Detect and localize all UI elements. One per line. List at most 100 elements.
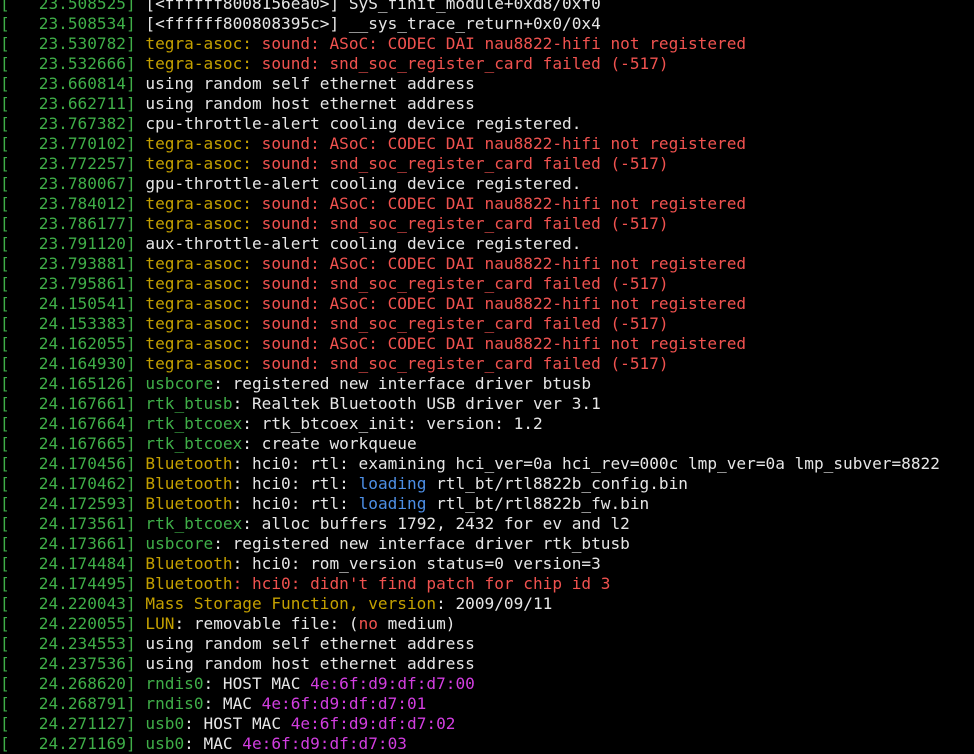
timestamp-bracket-close: ] bbox=[125, 374, 146, 393]
timestamp-bracket-open: [ bbox=[0, 194, 10, 213]
log-line: [ 24.173561] rtk_btcoex: alloc buffers 1… bbox=[0, 514, 974, 534]
timestamp-bracket-close: ] bbox=[125, 434, 146, 453]
timestamp-bracket-close: ] bbox=[125, 414, 146, 433]
log-line: [ 24.268620] rndis0: HOST MAC 4e:6f:d9:d… bbox=[0, 674, 974, 694]
log-message-segment: Bluetooth bbox=[145, 474, 233, 493]
timestamp-bracket-open: [ bbox=[0, 294, 10, 313]
timestamp-bracket-close: ] bbox=[125, 34, 146, 53]
log-message-segment: usb0 bbox=[145, 734, 185, 753]
log-message-segment: sound: snd_soc_register_card failed (-51… bbox=[261, 354, 669, 373]
terminal-output[interactable]: [ 23.508525] [<ffffff8008156ea0>] SyS_fi… bbox=[0, 0, 974, 754]
timestamp-bracket-close: ] bbox=[125, 534, 146, 553]
log-message-segment: tegra-asoc: bbox=[145, 54, 262, 73]
timestamp-bracket-close: ] bbox=[125, 314, 146, 333]
log-message-segment: tegra-asoc: bbox=[145, 274, 262, 293]
log-message-segment: usb0 bbox=[145, 714, 185, 733]
log-line: [ 23.791120] aux-throttle-alert cooling … bbox=[0, 234, 974, 254]
log-line: [ 23.786177] tegra-asoc: sound: snd_soc_… bbox=[0, 214, 974, 234]
timestamp-bracket-open: [ bbox=[0, 214, 10, 233]
log-message-segment: : hci0: rtl: bbox=[232, 474, 359, 493]
log-message-segment: using random host ethernet address bbox=[145, 94, 475, 113]
log-timestamp: 24.170462 bbox=[9, 474, 126, 493]
log-message-segment: rtl_bt/rtl8822b_fw.bin bbox=[426, 494, 650, 513]
log-message-segment: usbcore bbox=[145, 534, 214, 553]
timestamp-bracket-close: ] bbox=[125, 694, 146, 713]
timestamp-bracket-close: ] bbox=[125, 54, 146, 73]
log-message-segment: : Realtek Bluetooth USB driver ver 3.1 bbox=[232, 394, 601, 413]
timestamp-bracket-close: ] bbox=[125, 474, 146, 493]
log-line: [ 24.167665] rtk_btcoex: create workqueu… bbox=[0, 434, 974, 454]
log-timestamp: 23.780067 bbox=[9, 174, 126, 193]
timestamp-bracket-open: [ bbox=[0, 634, 10, 653]
log-timestamp: 23.532666 bbox=[9, 54, 126, 73]
timestamp-bracket-close: ] bbox=[125, 654, 146, 673]
timestamp-bracket-open: [ bbox=[0, 0, 10, 13]
log-timestamp: 23.784012 bbox=[9, 194, 126, 213]
log-message-segment: sound: snd_soc_register_card failed (-51… bbox=[261, 54, 669, 73]
log-timestamp: 24.174484 bbox=[9, 554, 126, 573]
timestamp-bracket-open: [ bbox=[0, 274, 10, 293]
timestamp-bracket-open: [ bbox=[0, 74, 10, 93]
log-timestamp: 24.234553 bbox=[9, 634, 126, 653]
log-message-segment: tegra-asoc: bbox=[145, 154, 262, 173]
timestamp-bracket-open: [ bbox=[0, 234, 10, 253]
timestamp-bracket-close: ] bbox=[125, 454, 146, 473]
timestamp-bracket-close: ] bbox=[125, 394, 146, 413]
timestamp-bracket-open: [ bbox=[0, 734, 10, 753]
log-message-segment: tegra-asoc: bbox=[145, 34, 262, 53]
log-message-segment: sound: snd_soc_register_card failed (-51… bbox=[261, 154, 669, 173]
timestamp-bracket-close: ] bbox=[125, 0, 146, 13]
log-message-segment: Bluetooth bbox=[145, 574, 233, 593]
timestamp-bracket-open: [ bbox=[0, 354, 10, 373]
log-line: [ 24.271169] usb0: MAC 4e:6f:d9:df:d7:03 bbox=[0, 734, 974, 754]
log-line: [ 24.172593] Bluetooth: hci0: rtl: loadi… bbox=[0, 494, 974, 514]
log-timestamp: 24.172593 bbox=[9, 494, 126, 513]
log-message-segment: tegra-asoc: bbox=[145, 134, 262, 153]
log-message-segment: [<ffffff800808395c>] __sys_trace_return+… bbox=[145, 14, 601, 33]
timestamp-bracket-close: ] bbox=[125, 714, 146, 733]
log-line: [ 24.165126] usbcore: registered new int… bbox=[0, 374, 974, 394]
log-timestamp: 24.162055 bbox=[9, 334, 126, 353]
log-line: [ 24.173661] usbcore: registered new int… bbox=[0, 534, 974, 554]
log-line: [ 24.162055] tegra-asoc: sound: ASoC: CO… bbox=[0, 334, 974, 354]
log-line: [ 23.795861] tegra-asoc: sound: snd_soc_… bbox=[0, 274, 974, 294]
timestamp-bracket-open: [ bbox=[0, 474, 10, 493]
timestamp-bracket-open: [ bbox=[0, 654, 10, 673]
timestamp-bracket-open: [ bbox=[0, 614, 10, 633]
log-message-segment: rtl_bt/rtl8822b_config.bin bbox=[426, 474, 689, 493]
log-line: [ 23.508534] [<ffffff800808395c>] __sys_… bbox=[0, 14, 974, 34]
log-message-segment: : alloc buffers 1792, 2432 for ev and l2 bbox=[242, 514, 630, 533]
timestamp-bracket-close: ] bbox=[125, 214, 146, 233]
timestamp-bracket-open: [ bbox=[0, 134, 10, 153]
log-message-segment: sound: snd_soc_register_card failed (-51… bbox=[261, 274, 669, 293]
log-message-segment: using random self ethernet address bbox=[145, 74, 475, 93]
log-timestamp: 24.167661 bbox=[9, 394, 126, 413]
log-timestamp: 23.770102 bbox=[9, 134, 126, 153]
log-message-segment: sound: ASoC: CODEC DAI nau8822-hifi not … bbox=[261, 194, 747, 213]
log-timestamp: 23.772257 bbox=[9, 154, 126, 173]
log-timestamp: 24.150541 bbox=[9, 294, 126, 313]
log-line: [ 24.237536] using random host ethernet … bbox=[0, 654, 974, 674]
log-timestamp: 24.268791 bbox=[9, 694, 126, 713]
log-line: [ 24.174495] Bluetooth: hci0: didn't fin… bbox=[0, 574, 974, 594]
log-timestamp: 24.170456 bbox=[9, 454, 126, 473]
timestamp-bracket-open: [ bbox=[0, 674, 10, 693]
timestamp-bracket-open: [ bbox=[0, 14, 10, 33]
log-message-segment: rtk_btcoex bbox=[145, 414, 243, 433]
timestamp-bracket-close: ] bbox=[125, 594, 146, 613]
log-timestamp: 23.508534 bbox=[9, 14, 126, 33]
log-message-segment: tegra-asoc: bbox=[145, 334, 262, 353]
log-message-segment: : MAC bbox=[184, 734, 243, 753]
log-message-segment: [<ffffff8008156ea0>] SyS_finit_module+0x… bbox=[145, 0, 601, 13]
log-line: [ 23.772257] tegra-asoc: sound: snd_soc_… bbox=[0, 154, 974, 174]
log-timestamp: 23.660814 bbox=[9, 74, 126, 93]
timestamp-bracket-close: ] bbox=[125, 274, 146, 293]
log-message-segment: 4e:6f:d9:df:d7:03 bbox=[242, 734, 407, 753]
log-timestamp: 24.165126 bbox=[9, 374, 126, 393]
timestamp-bracket-open: [ bbox=[0, 714, 10, 733]
log-line: [ 24.220043] Mass Storage Function, vers… bbox=[0, 594, 974, 614]
log-message-segment: Bluetooth bbox=[145, 494, 233, 513]
timestamp-bracket-close: ] bbox=[125, 134, 146, 153]
log-message-segment: aux-throttle-alert cooling device regist… bbox=[145, 234, 582, 253]
timestamp-bracket-open: [ bbox=[0, 394, 10, 413]
